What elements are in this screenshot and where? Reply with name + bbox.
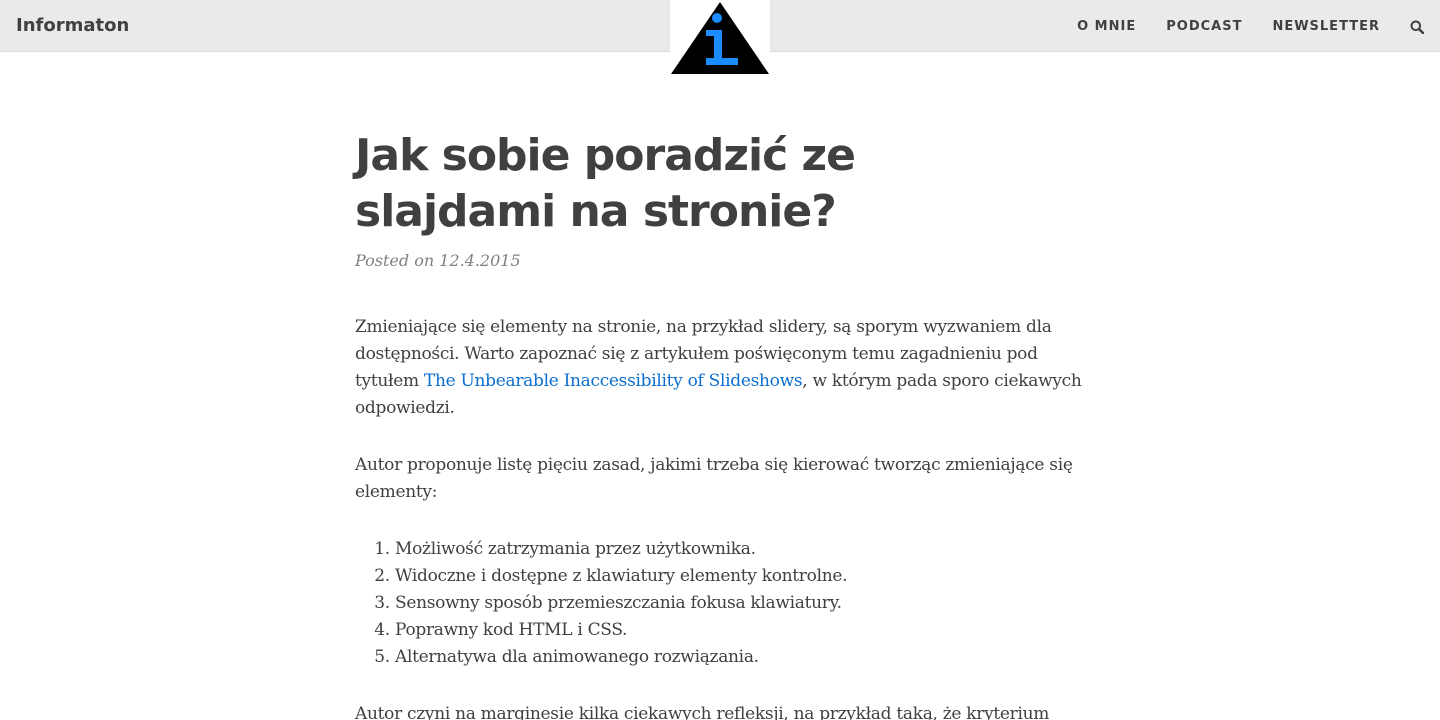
article-title: Jak sobie poradzić ze slajdami na stroni… (355, 130, 856, 237)
list-item: Możliwość zatrzymania przez użytkownika. (395, 536, 1095, 563)
article-paragraph-3: Autor czyni na marginesie kilka ciekawyc… (355, 704, 1050, 720)
info-triangle-logo-icon (671, 2, 769, 74)
site-brand-link[interactable]: Informaton (16, 15, 129, 36)
article: Jak sobie poradzić ze slajdami na stroni… (355, 128, 1095, 720)
nav-links: O MNIE PODCAST NEWSLETTER (1077, 0, 1440, 52)
article-paragraph-2: Autor proponuje listę pięciu zasad, jaki… (355, 455, 1073, 502)
list-item: Sensowny sposób przemieszczania fokusa k… (395, 590, 1095, 617)
list-item: Alternatywa dla animowanego rozwiązania. (395, 644, 1095, 671)
nav-link-newsletter[interactable]: NEWSLETTER (1272, 19, 1380, 34)
slideshows-article-link[interactable]: The Unbearable Inaccessibility of Slides… (424, 371, 803, 391)
list-item: Poprawny kod HTML i CSS. (395, 617, 1095, 644)
search-icon[interactable] (1410, 19, 1425, 35)
post-date: Posted on 12.4.2015 (355, 251, 521, 270)
nav-link-podcast[interactable]: PODCAST (1166, 19, 1242, 34)
rules-list: Możliwość zatrzymania przez użytkownika.… (355, 536, 1095, 671)
list-item: Widoczne i dostępne z klawiatury element… (395, 563, 1095, 590)
nav-link-o-mnie[interactable]: O MNIE (1077, 19, 1136, 34)
article-paragraph-1: Zmieniające się elementy na stronie, na … (355, 314, 1095, 422)
site-logo[interactable] (670, 0, 770, 75)
